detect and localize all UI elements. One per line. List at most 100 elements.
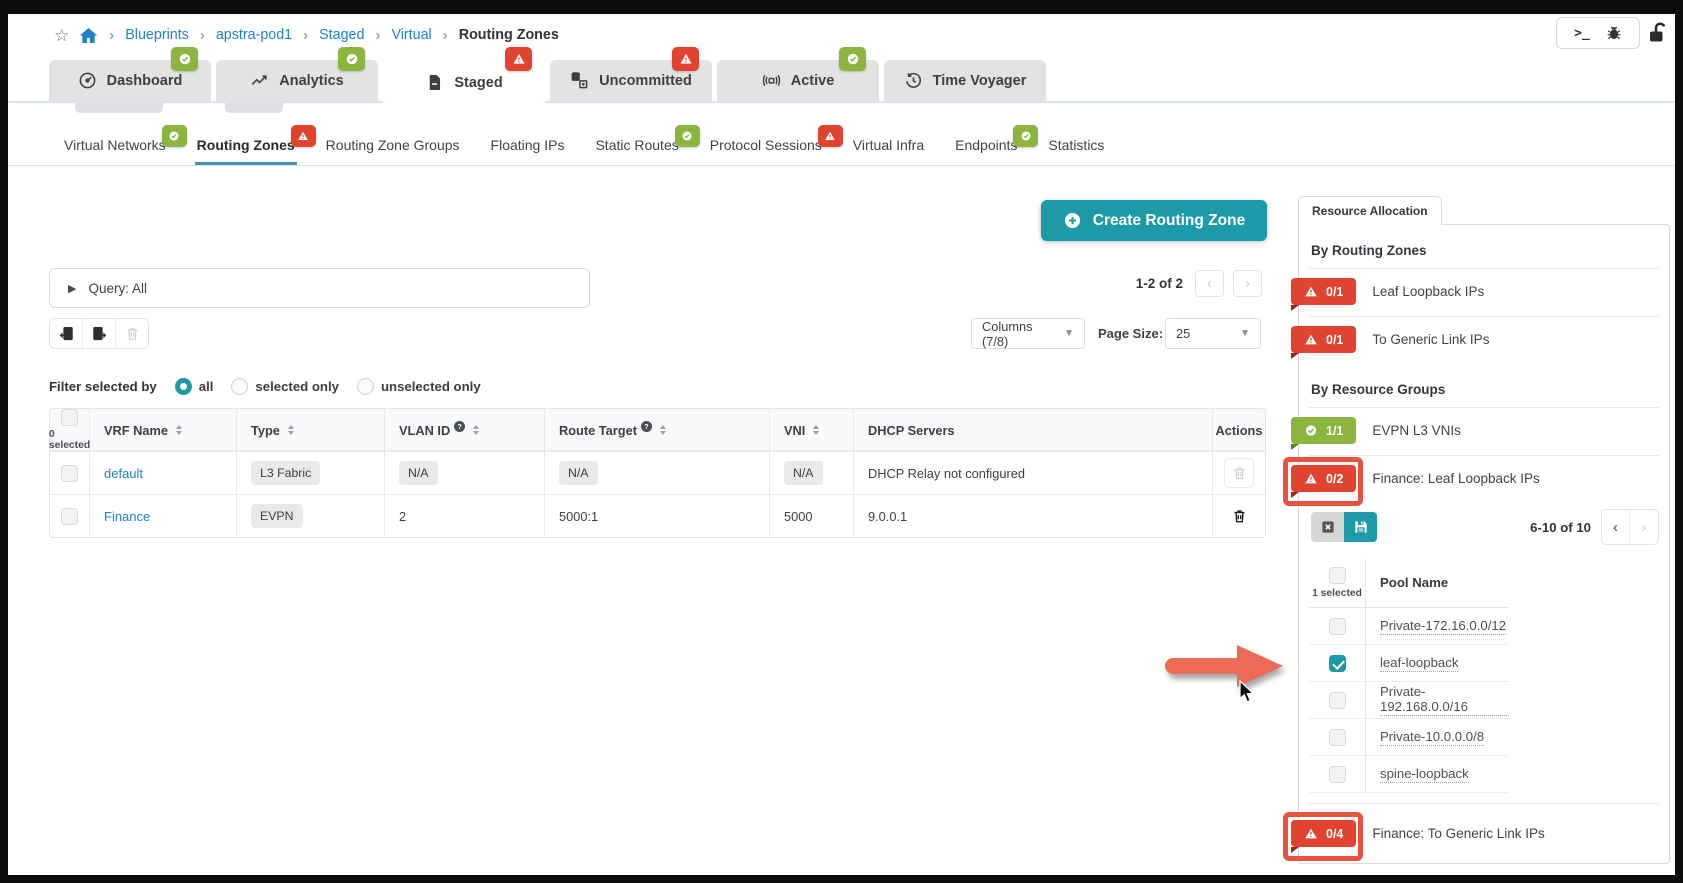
vlan-id-cell: N/A [385, 452, 545, 494]
breadcrumb-blueprint-name[interactable]: apstra-pod1 [216, 27, 292, 43]
pool-prev-page-button[interactable]: ‹ [1602, 510, 1630, 544]
pool-select-all-checkbox[interactable] [1329, 567, 1346, 584]
pool-checkbox[interactable] [1329, 618, 1346, 635]
vrf-link[interactable]: default [104, 466, 143, 481]
favorite-star-icon[interactable]: ☆ [54, 27, 69, 44]
columns-dropdown[interactable]: Columns (7/8) ▼ [971, 318, 1085, 349]
subtab-statistics[interactable]: Statistics [1046, 137, 1106, 165]
filter-option-selected-only[interactable]: selected only [231, 378, 339, 395]
subtab-endpoints[interactable]: Endpoints [953, 137, 1019, 165]
vrf-link[interactable]: Finance [104, 509, 150, 524]
filter-option-all[interactable]: all [175, 378, 214, 395]
pool-next-page-button[interactable]: › [1630, 510, 1658, 544]
row-checkbox[interactable] [61, 508, 78, 525]
pool-row: spine-loopback [1309, 756, 1509, 793]
breadcrumb-staged[interactable]: Staged [319, 27, 364, 43]
subtab-routing-zone-groups[interactable]: Routing Zone Groups [324, 137, 462, 165]
sort-icon[interactable] [660, 425, 666, 435]
next-page-button[interactable]: › [1233, 270, 1262, 297]
help-icon[interactable]: ? [454, 421, 465, 432]
tab-time-voyager[interactable]: Time Voyager [884, 60, 1046, 101]
sort-icon[interactable] [473, 425, 479, 435]
pool-name-link[interactable]: Private-172.16.0.0/12 [1380, 618, 1506, 635]
breadcrumb-separator: › [374, 27, 381, 44]
status-badge: 0/1 [1291, 326, 1356, 353]
unlock-icon[interactable] [1646, 20, 1670, 50]
save-button[interactable] [1344, 512, 1377, 542]
type-cell: L3 Fabric [237, 452, 385, 494]
sort-icon[interactable] [288, 425, 294, 435]
header-vrf-name[interactable]: VRF Name [90, 409, 237, 451]
tab-uncommitted[interactable]: Uncommitted [550, 60, 712, 101]
subtab-protocol-sessions[interactable]: Protocol Sessions [708, 137, 824, 165]
select-all-checkbox[interactable] [61, 409, 78, 426]
resource-item-selected[interactable]: 0/2 Finance: Leaf Loopback IPs [1309, 456, 1659, 503]
prev-page-button[interactable]: ‹ [1195, 270, 1224, 297]
devtools-box: >_ [1556, 17, 1640, 49]
subtab-static-routes[interactable]: Static Routes [593, 137, 680, 165]
help-icon[interactable]: ? [641, 421, 652, 432]
pool-checkbox[interactable] [1329, 766, 1346, 783]
page-size-dropdown[interactable]: 25 ▼ [1165, 318, 1261, 349]
subtab-routing-zones[interactable]: Routing Zones [195, 137, 297, 165]
breadcrumb-separator: › [199, 27, 206, 44]
subtab-floating-ips[interactable]: Floating IPs [489, 137, 567, 165]
broadcast-icon [762, 71, 781, 90]
delete-selected-button[interactable] [116, 319, 148, 348]
pool-checkbox[interactable] [1329, 729, 1346, 746]
home-icon[interactable] [79, 26, 98, 45]
warning-badge [291, 125, 316, 147]
row-checkbox[interactable] [61, 465, 78, 482]
pool-name-link[interactable]: spine-loopback [1380, 766, 1469, 783]
selected-count: 0 selected [49, 429, 90, 451]
radio-icon[interactable] [231, 378, 248, 395]
export-csv-button[interactable] [83, 319, 116, 348]
resource-item[interactable]: 1/1 EVPN L3 VNIs [1309, 408, 1659, 455]
pool-name-link[interactable]: Private-192.168.0.0/16 [1380, 684, 1509, 716]
resource-allocation-tab[interactable]: Resource Allocation [1298, 196, 1442, 225]
pool-name-link[interactable]: Private-10.0.0.0/8 [1380, 729, 1484, 746]
query-builder[interactable]: ▶ Query: All [49, 268, 590, 308]
pool-checkbox-checked[interactable] [1329, 655, 1346, 672]
sort-icon[interactable] [813, 425, 819, 435]
sort-icon[interactable] [176, 425, 182, 435]
pool-checkbox[interactable] [1329, 692, 1346, 709]
breadcrumb-blueprints[interactable]: Blueprints [125, 27, 189, 43]
export-json-button[interactable] [50, 319, 83, 348]
tab-staged[interactable]: Staged [383, 60, 545, 105]
header-vlan-id[interactable]: VLAN ID ? [385, 409, 545, 451]
status-badge: 1/1 [1291, 417, 1356, 444]
chevron-down-icon: ▼ [1240, 328, 1250, 339]
header-route-target[interactable]: Route Target ? [545, 409, 770, 451]
breadcrumb-separator: › [442, 27, 449, 44]
filter-option-unselected-only[interactable]: unselected only [357, 378, 481, 395]
bug-icon[interactable] [1606, 25, 1622, 41]
header-type[interactable]: Type [237, 409, 385, 451]
pool-name-header: Pool Name [1365, 558, 1509, 607]
tab-shadow [225, 103, 283, 113]
radio-selected-icon[interactable] [175, 378, 192, 395]
header-vni[interactable]: VNI [770, 409, 854, 451]
tab-analytics[interactable]: Analytics [216, 60, 378, 101]
pool-table: 1 selected Pool Name Private-172.16.0.0/… [1309, 558, 1509, 793]
terminal-icon[interactable]: >_ [1574, 26, 1590, 41]
cancel-button[interactable] [1311, 512, 1344, 542]
create-routing-zone-button[interactable]: Create Routing Zone [1041, 200, 1267, 241]
row-select-cell [50, 495, 90, 537]
pool-name-cell: Private-10.0.0.0/8 [1365, 719, 1509, 755]
resource-item[interactable]: 0/1 To Generic Link IPs [1309, 317, 1659, 364]
resource-item[interactable]: 0/4 Finance: To Generic Link IPs [1309, 804, 1659, 847]
pool-row-select [1309, 608, 1365, 644]
subtab-virtual-infra[interactable]: Virtual Infra [851, 137, 926, 165]
breadcrumb-virtual[interactable]: Virtual [391, 27, 431, 43]
breadcrumb: ☆ › Blueprints › apstra-pod1 › Staged › … [54, 20, 559, 50]
pool-row: Private-10.0.0.0/8 [1309, 719, 1509, 756]
resource-item[interactable]: 0/1 Leaf Loopback IPs [1309, 269, 1659, 316]
pool-name-cell: Private-192.168.0.0/16 [1365, 682, 1509, 718]
tab-active[interactable]: Active [717, 60, 879, 101]
tab-dashboard[interactable]: Dashboard [49, 60, 211, 101]
delete-row-button[interactable] [1224, 501, 1254, 531]
subtab-virtual-networks[interactable]: Virtual Networks [62, 137, 168, 165]
pool-name-link[interactable]: leaf-loopback [1380, 655, 1458, 672]
radio-icon[interactable] [357, 378, 374, 395]
